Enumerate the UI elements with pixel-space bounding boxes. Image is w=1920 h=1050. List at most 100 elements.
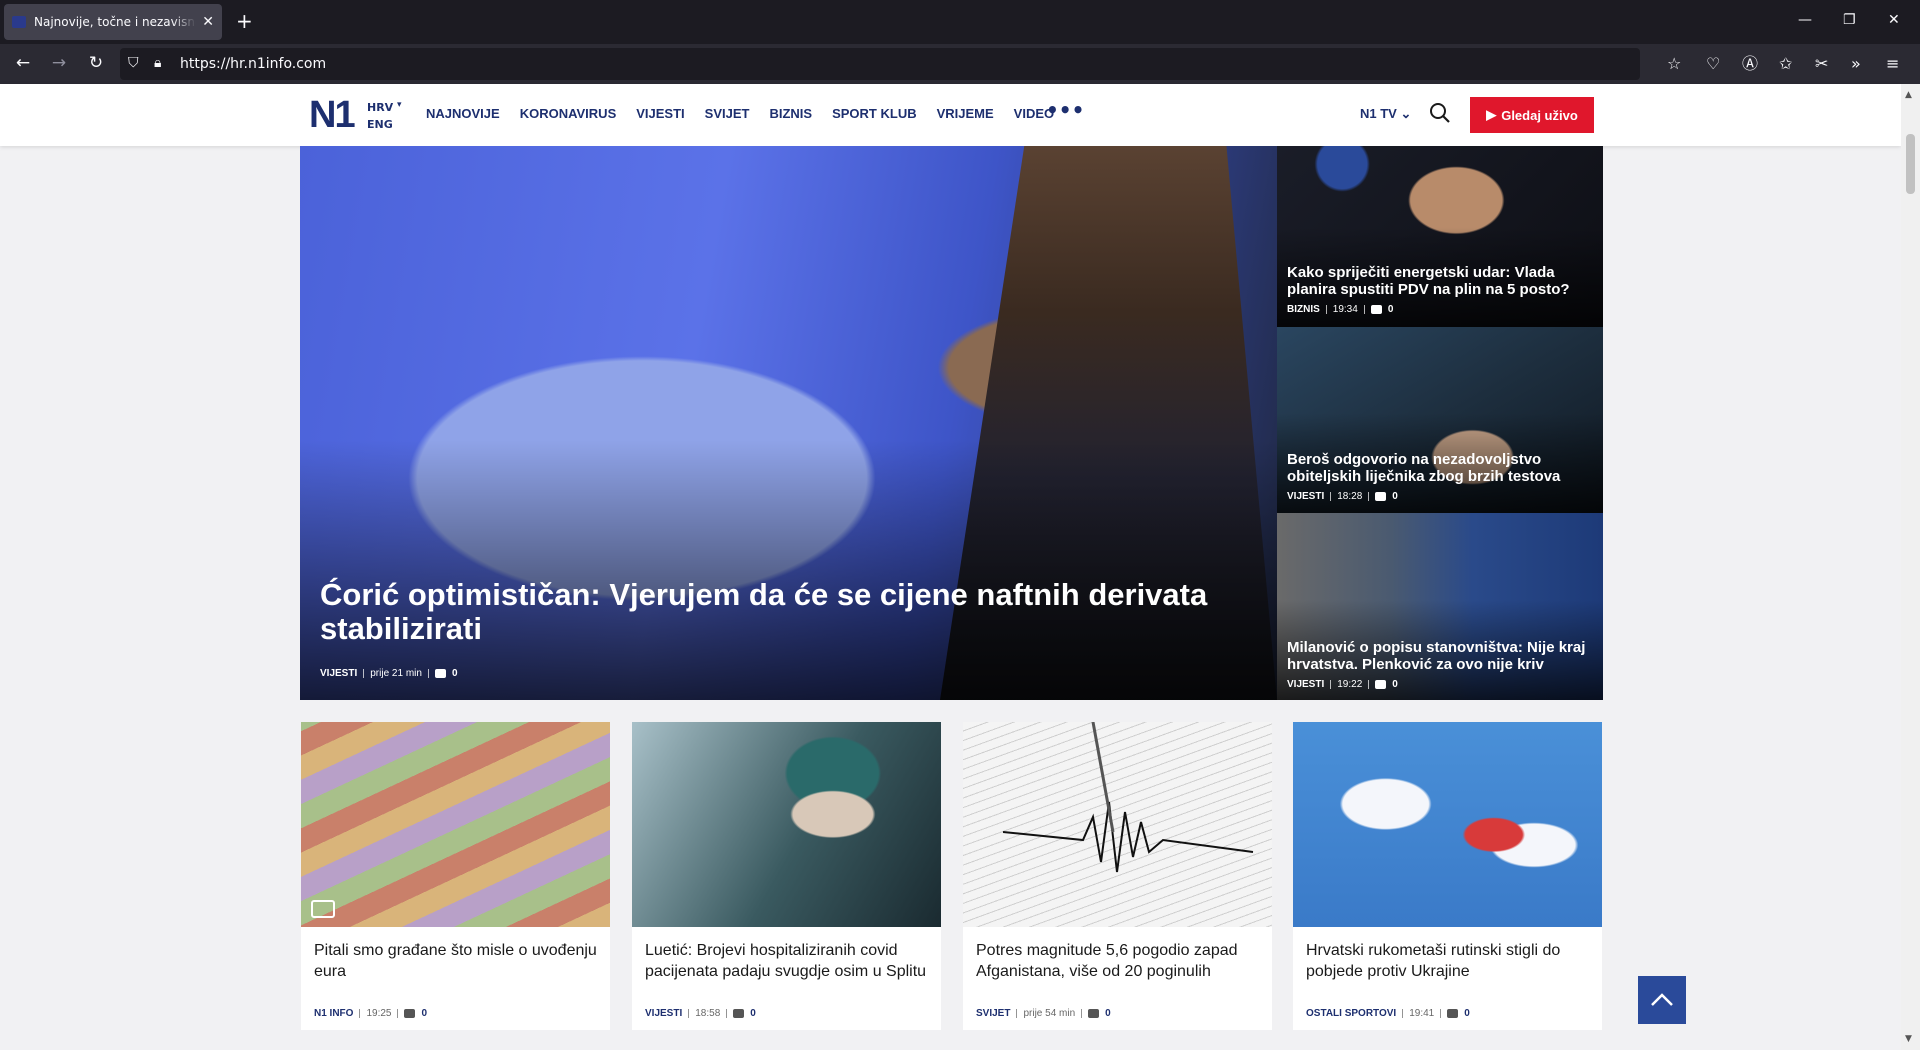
menu-item-svijet[interactable]: SVIJET: [705, 106, 750, 121]
article-card-comment-count[interactable]: 0: [750, 1008, 756, 1019]
divider: [1325, 305, 1327, 314]
new-tab-button[interactable]: +: [236, 10, 253, 32]
hero-story[interactable]: Ćorić optimističan: Vjerujem da će se ci…: [300, 146, 1277, 700]
comment-icon: [1447, 1009, 1459, 1018]
side-story-category[interactable]: VIJESTI: [1287, 491, 1324, 502]
side-story-title[interactable]: Beroš odgovorio na nezadovoljstvo obitel…: [1287, 451, 1597, 485]
article-card[interactable]: Pitali smo građane što misle o uvođenju …: [301, 722, 610, 1030]
search-icon[interactable]: [1428, 101, 1452, 125]
url-text[interactable]: https://hr.n1info.com: [180, 56, 326, 72]
article-card-category[interactable]: N1 INFO: [314, 1008, 353, 1019]
article-card-category[interactable]: VIJESTI: [645, 1008, 682, 1019]
shield-icon[interactable]: ⛉: [128, 55, 139, 71]
extension-icon[interactable]: ✩: [1779, 54, 1792, 74]
divider: [363, 669, 365, 678]
menu-item-vijesti[interactable]: VIJESTI: [636, 106, 684, 121]
article-card-title[interactable]: Pitali smo građane što misle o uvođenju …: [314, 940, 599, 982]
article-card-title[interactable]: Hrvatski rukometaši rutinski stigli do p…: [1306, 940, 1591, 982]
article-card-photo[interactable]: [632, 722, 941, 927]
article-card-category[interactable]: SVIJET: [976, 1008, 1010, 1019]
lock-icon[interactable]: 🔒︎: [154, 55, 161, 71]
menu-item-najnovije[interactable]: NAJNOVIJE: [426, 106, 500, 121]
side-story-meta: VIJESTI 18:28 0: [1287, 491, 1398, 502]
screenshot-icon[interactable]: ✂: [1815, 54, 1828, 74]
article-card-comment-count[interactable]: 0: [1464, 1008, 1470, 1019]
tab-close-icon[interactable]: ✕: [202, 14, 214, 30]
hamburger-menu-icon[interactable]: ≡: [1886, 54, 1899, 74]
browser-tab[interactable]: Najnovije, točne i nezavisne vijesti ✕: [4, 4, 222, 40]
side-story-comment-count[interactable]: 0: [1392, 679, 1398, 690]
comment-icon: [1370, 305, 1382, 314]
back-arrow-icon[interactable]: ←: [11, 52, 35, 74]
n1-logo[interactable]: N1: [309, 96, 356, 134]
side-story-comment-count[interactable]: 0: [1388, 304, 1394, 315]
article-card-time: 19:41: [1409, 1008, 1435, 1019]
article-card-comment-count[interactable]: 0: [421, 1008, 427, 1019]
n1tv-label: N1 TV: [1360, 106, 1397, 121]
chevron-down-icon[interactable]: ▾: [397, 100, 402, 110]
hero-comment-count[interactable]: 0: [452, 668, 458, 679]
menu-item-biznis[interactable]: BIZNIS: [769, 106, 812, 121]
hero-title[interactable]: Ćorić optimističan: Vjerujem da će se ci…: [320, 578, 1220, 646]
seismograph-lines: [1002, 722, 1254, 873]
tab-title: Najnovije, točne i nezavisne vijesti: [34, 15, 196, 29]
page-scrollbar[interactable]: ▲ ▼: [1901, 84, 1920, 1050]
divider: [726, 1009, 728, 1018]
forward-arrow-icon[interactable]: →: [47, 52, 71, 74]
article-card-category[interactable]: OSTALI SPORTOVI: [1306, 1008, 1396, 1019]
article-card[interactable]: Potres magnitude 5,6 pogodio zapad Afgan…: [963, 722, 1272, 1030]
scroll-up-arrow-icon[interactable]: ▲: [1905, 90, 1912, 100]
overflow-chevron-icon[interactable]: »: [1851, 54, 1861, 74]
divider: [1368, 492, 1370, 501]
menu-item-vrijeme[interactable]: VRIJEME: [937, 106, 994, 121]
scroll-down-arrow-icon[interactable]: ▼: [1905, 1034, 1912, 1044]
minimize-button[interactable]: —: [1798, 12, 1812, 28]
n1tv-dropdown[interactable]: N1 TV ⌄: [1360, 106, 1411, 122]
article-card-title[interactable]: Luetić: Brojevi hospitaliziranih covid p…: [645, 940, 930, 982]
article-card[interactable]: Hrvatski rukometaši rutinski stigli do p…: [1293, 722, 1602, 1030]
restore-button[interactable]: ❐: [1843, 12, 1856, 28]
language-hrv[interactable]: HRV: [367, 101, 393, 114]
close-window-button[interactable]: ✕: [1888, 12, 1900, 28]
article-card[interactable]: Luetić: Brojevi hospitaliziranih covid p…: [632, 722, 941, 1030]
side-story[interactable]: Kako spriječiti energetski udar: Vlada p…: [1277, 146, 1603, 327]
side-story-comment-count[interactable]: 0: [1392, 491, 1398, 502]
article-card-photo[interactable]: [1293, 722, 1602, 927]
side-story-time: 19:22: [1337, 679, 1363, 690]
article-card-photo[interactable]: [963, 722, 1272, 927]
comment-icon: [1375, 492, 1387, 501]
scrollbar-thumb[interactable]: [1906, 134, 1915, 194]
hero-category[interactable]: VIJESTI: [320, 668, 357, 679]
address-bar[interactable]: ⛉ 🔒︎ https://hr.n1info.com: [120, 48, 1640, 80]
back-to-top-button[interactable]: [1638, 976, 1686, 1024]
side-story-title[interactable]: Kako spriječiti energetski udar: Vlada p…: [1287, 264, 1597, 298]
divider: [1440, 1009, 1442, 1018]
comment-icon: [434, 669, 446, 678]
article-card-comment-count[interactable]: 0: [1105, 1008, 1111, 1019]
side-story[interactable]: Beroš odgovorio na nezadovoljstvo obitel…: [1277, 327, 1603, 513]
chevron-down-icon: ⌄: [1400, 106, 1412, 121]
watch-live-button[interactable]: ▶ Gledaj uživo: [1470, 97, 1594, 133]
play-icon: ▶: [1486, 107, 1497, 122]
article-card-meta: N1 INFO 19:25 0: [314, 1008, 427, 1019]
bookmark-star-icon[interactable]: ☆: [1667, 54, 1681, 74]
hero-gradient: [300, 440, 1277, 700]
language-eng[interactable]: ENG: [367, 118, 393, 131]
reload-icon[interactable]: ↻: [84, 52, 108, 74]
menu-item-sport-klub[interactable]: SPORT KLUB: [832, 106, 917, 121]
side-story-title[interactable]: Milanović o popisu stanovništva: Nije kr…: [1287, 639, 1597, 673]
side-story-category[interactable]: BIZNIS: [1287, 304, 1320, 315]
article-card-title[interactable]: Potres magnitude 5,6 pogodio zapad Afgan…: [976, 940, 1261, 982]
comment-icon: [1088, 1009, 1100, 1018]
side-story-category[interactable]: VIJESTI: [1287, 679, 1324, 690]
account-icon[interactable]: Ⓐ: [1742, 54, 1758, 74]
article-card-meta: VIJESTI 18:58 0: [645, 1008, 756, 1019]
side-story[interactable]: Milanović o popisu stanovništva: Nije kr…: [1277, 513, 1603, 700]
menu-item-koronavirus[interactable]: KORONAVIRUS: [520, 106, 617, 121]
divider: [1368, 680, 1370, 689]
article-card-photo[interactable]: [301, 722, 610, 927]
browser-tab-bar: Najnovije, točne i nezavisne vijesti ✕ +…: [0, 0, 1920, 44]
pocket-icon[interactable]: ♡: [1706, 54, 1720, 74]
hero-meta: VIJESTI prije 21 min 0: [320, 668, 458, 679]
more-menu-button[interactable]: •••: [1046, 98, 1084, 122]
